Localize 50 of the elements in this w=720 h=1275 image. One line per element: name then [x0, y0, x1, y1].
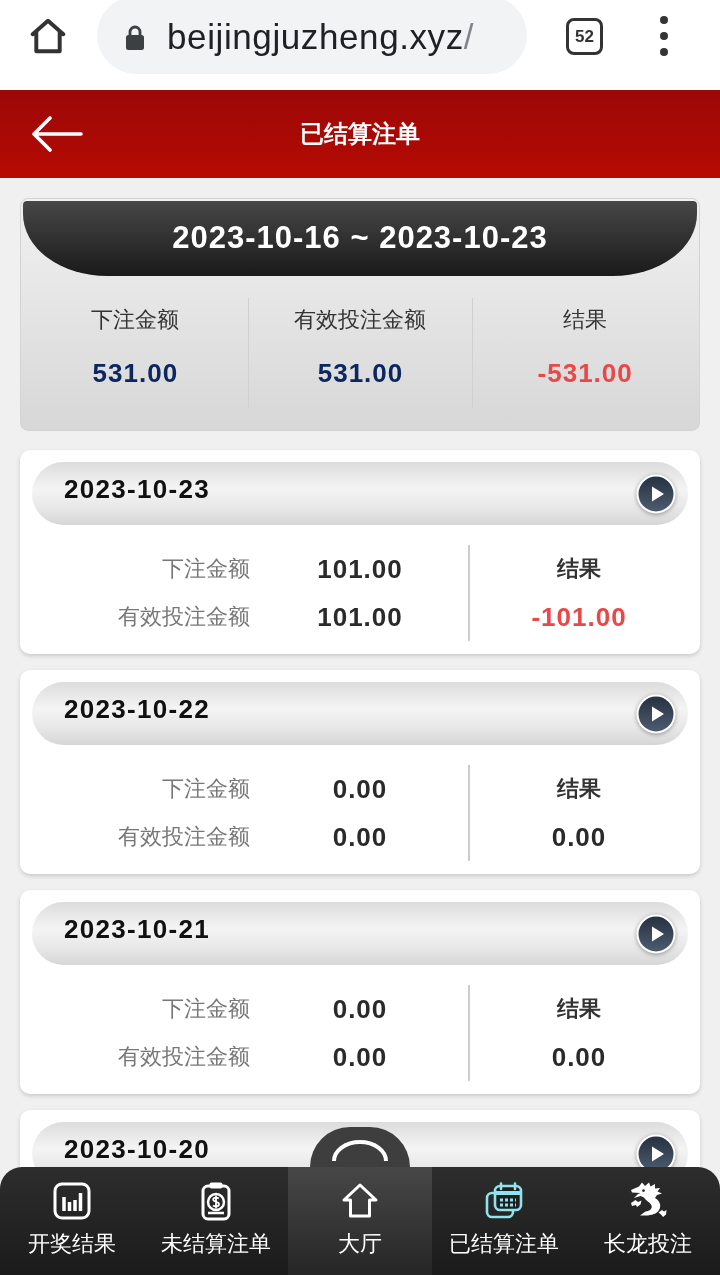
calendar-stack-icon: [484, 1181, 524, 1221]
result-value: 0.00: [551, 821, 607, 853]
page-title: 已结算注单: [300, 119, 420, 149]
amount-value: 0.00: [332, 993, 388, 1025]
result-label: 结果: [557, 555, 601, 583]
amount-label: 下注金额: [162, 775, 250, 803]
stat-value: -531.00: [537, 358, 633, 388]
result-value: 0.00: [551, 1041, 607, 1073]
lock-icon: [125, 24, 145, 50]
play-icon[interactable]: [636, 693, 676, 734]
address-bar[interactable]: beijingjuzheng.xyz/: [97, 0, 527, 74]
amount-label: 下注金额: [162, 995, 250, 1023]
bar-chart-icon: [52, 1181, 92, 1221]
play-icon[interactable]: [636, 1133, 676, 1167]
date-text: 2023-10-21: [64, 916, 210, 942]
arc-icon: [330, 1140, 390, 1162]
date-range-banner: 2023-10-16 ~ 2023-10-23: [23, 201, 697, 276]
result-value: -101.00: [531, 601, 627, 633]
menu-icon[interactable]: [659, 15, 669, 57]
date-text: 2023-10-23: [64, 476, 210, 502]
amount-label: 有效投注金额: [118, 603, 250, 631]
amount-label: 下注金额: [162, 555, 250, 583]
tab-count-button[interactable]: 52: [566, 18, 603, 55]
amount-value: 101.00: [317, 601, 403, 633]
amount-value: 0.00: [332, 773, 388, 805]
result-label: 结果: [557, 775, 601, 803]
date-text: 2023-10-22: [64, 696, 210, 722]
play-icon[interactable]: [636, 473, 676, 514]
back-button[interactable]: [31, 116, 83, 152]
stat-value: 531.00: [317, 358, 404, 388]
amount-value: 0.00: [332, 1041, 388, 1073]
result-label: 结果: [557, 995, 601, 1023]
nav-tab[interactable]: 未结算注单: [144, 1167, 288, 1275]
amount-value: 101.00: [317, 553, 403, 585]
nav-tab[interactable]: 已结算注单: [432, 1167, 576, 1275]
nav-tab[interactable]: 大厅: [288, 1167, 432, 1275]
stat-label: 下注金额: [91, 307, 180, 333]
nav-tab[interactable]: 长龙投注: [576, 1167, 720, 1275]
amount-label: 有效投注金额: [118, 823, 250, 851]
date-text: 2023-10-20: [64, 1136, 210, 1162]
home-icon: [340, 1181, 380, 1221]
amount-label: 有效投注金额: [118, 1043, 250, 1071]
nav-tab[interactable]: 开奖结果: [0, 1167, 144, 1275]
amount-value: 0.00: [332, 821, 388, 853]
stat-label: 有效投注金额: [294, 307, 427, 333]
stat-label: 结果: [563, 307, 608, 333]
stat-value: 531.00: [92, 358, 179, 388]
arrow-left-icon: [31, 116, 83, 152]
home-icon[interactable]: [30, 18, 66, 54]
play-icon[interactable]: [636, 913, 676, 954]
